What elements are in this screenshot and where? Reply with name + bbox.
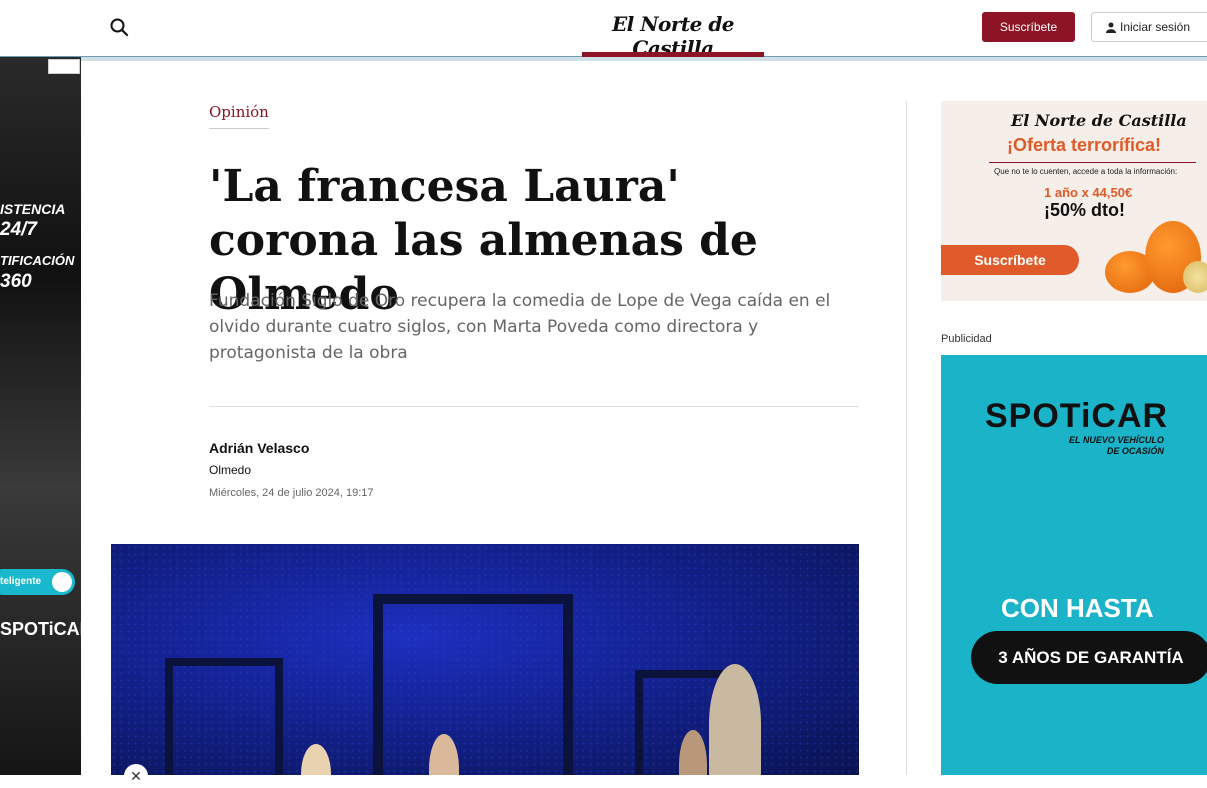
ad-warranty-pill: 3 AÑOS DE GARANTÍA — [971, 631, 1207, 684]
adchoices-icon[interactable] — [48, 59, 80, 74]
article-location: Olmedo — [209, 463, 252, 477]
ad-tagline: EL NUEVO VEHÍCULO DE OCASIÓN — [1069, 435, 1164, 456]
ad-text: TIFICACIÓN — [0, 253, 75, 268]
ad-brand: SPOTiCAR — [985, 397, 1169, 435]
close-icon[interactable]: ✕ — [124, 764, 148, 788]
promo-offer: ¡Oferta terrorífica! — [1007, 135, 1162, 155]
section-label[interactable]: Opinión — [209, 103, 269, 129]
ad-cta-pill[interactable]: teligente — [0, 569, 75, 595]
promo-rule — [989, 162, 1196, 163]
ad-headline: CON HASTA — [1001, 593, 1154, 623]
site-header: El Norte de Castilla Suscríbete Iniciar … — [0, 0, 1207, 60]
search-icon[interactable] — [108, 16, 130, 38]
ad-text: ISTENCIA — [0, 201, 66, 217]
ad-label: Publicidad — [941, 333, 992, 345]
login-label: Iniciar sesión — [1120, 20, 1191, 34]
sidebar-ad[interactable]: SPOTiCAR EL NUEVO VEHÍCULO DE OCASIÓN CON… — [941, 355, 1207, 775]
play-icon — [52, 572, 72, 592]
pumpkin-icon — [1183, 261, 1207, 293]
author-name[interactable]: Adrián Velasco — [209, 440, 309, 456]
promo-discount: ¡50% dto! — [1044, 200, 1125, 220]
divider — [209, 406, 859, 407]
article-subtitle: Fundación Siglo de Oro recupera la comed… — [209, 291, 831, 363]
promo-desc: Que no te lo cuenten, accede a toda la i… — [994, 167, 1178, 176]
column-separator — [906, 101, 907, 775]
login-button[interactable]: Iniciar sesión — [1091, 12, 1207, 42]
promo-subscribe-button[interactable]: Suscríbete — [941, 245, 1079, 275]
user-icon — [1106, 22, 1116, 34]
header-divider — [81, 57, 1207, 61]
ad-brand: SPOTiCAR — [0, 619, 81, 639]
article-date: Miércoles, 24 de julio 2024, 19:17 — [209, 487, 374, 499]
subscribe-button[interactable]: Suscríbete — [982, 12, 1075, 42]
left-skyscraper-ad[interactable]: ISTENCIA 24/7 TIFICACIÓN 360 teligente S… — [0, 57, 81, 775]
subscription-promo[interactable]: El Norte de Castilla ¡Oferta terrorífica… — [941, 101, 1207, 301]
site-logo[interactable]: El Norte de Castilla — [582, 12, 764, 60]
promo-price: 1 año x 44,50€ — [1044, 185, 1133, 200]
ad-text: 24/7 — [0, 219, 37, 240]
article-photo — [111, 544, 859, 775]
ad-cta-label: teligente — [0, 576, 42, 587]
promo-logo: El Norte de Castilla — [1011, 111, 1187, 130]
ad-text: 360 — [0, 271, 32, 292]
